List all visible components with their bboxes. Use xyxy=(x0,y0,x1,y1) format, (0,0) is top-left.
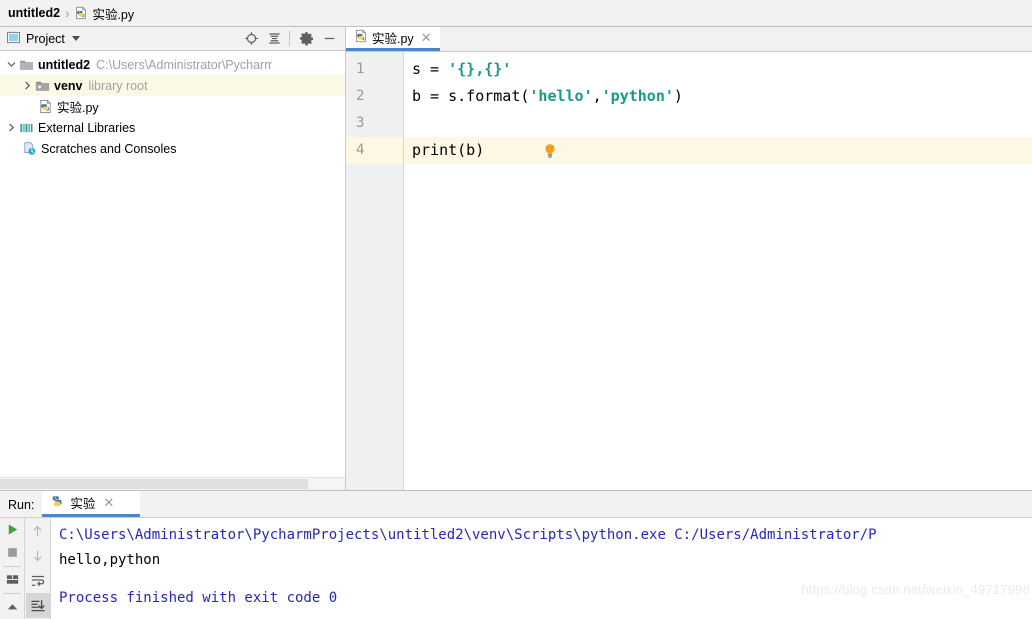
tree-row[interactable]: untitled2 C:\Users\Administrator\Pycharm… xyxy=(0,54,345,75)
run-tab-label: 实验 xyxy=(70,497,96,511)
console-line: Process finished with exit code 0 xyxy=(59,590,338,606)
python-run-icon xyxy=(50,494,65,512)
project-panel-title: Project xyxy=(26,31,65,46)
line-number: 4 xyxy=(346,137,403,164)
main-split: Project untitled2 C:\Users\Administrator… xyxy=(0,27,1032,490)
project-horizontal-scrollbar[interactable] xyxy=(0,477,345,490)
code-token-string: '{},{}' xyxy=(448,60,512,78)
python-file-icon xyxy=(354,29,368,46)
breadcrumb-project-label: untitled2 xyxy=(8,6,61,20)
chevron-down-icon[interactable] xyxy=(4,60,18,69)
code-token: ) xyxy=(673,87,683,105)
tree-row[interactable]: Scratches and Consoles xyxy=(0,138,345,159)
run-body: C:\Users\Administrator\PycharmProjects\u… xyxy=(0,518,1032,619)
run-label: Run: xyxy=(8,498,35,512)
toolbar-divider xyxy=(3,593,21,595)
chevron-right-icon[interactable] xyxy=(4,123,18,132)
tree-row[interactable]: External Libraries xyxy=(0,117,345,138)
python-file-icon xyxy=(37,99,54,114)
tree-row[interactable]: venv library root xyxy=(0,75,345,96)
code-editor[interactable]: 1 2 3 4 s = '{},{}' b = s.format('hello'… xyxy=(346,52,1032,490)
close-icon[interactable]: ✕ xyxy=(101,496,116,509)
run-icon[interactable] xyxy=(0,518,24,541)
scrollbar-thumb[interactable] xyxy=(0,479,308,489)
code-text[interactable]: s = '{},{}' b = s.format('hello','python… xyxy=(404,52,1032,490)
code-line[interactable]: b = s.format('hello','python') xyxy=(404,83,1032,110)
collapse-all-icon[interactable] xyxy=(263,29,285,49)
print-icon[interactable] xyxy=(0,569,24,592)
folder-excluded-icon xyxy=(34,79,51,93)
console-line: hello,python xyxy=(59,552,161,568)
code-line[interactable]: s = '{},{}' xyxy=(404,56,1032,83)
soft-wrap-icon[interactable] xyxy=(26,568,50,593)
scroll-to-end-icon[interactable] xyxy=(25,593,50,618)
run-tool-window: Run: 实验 ✕ C:\Users\Administrator\Pycharm… xyxy=(0,490,1032,619)
stop-icon[interactable] xyxy=(0,541,24,564)
folder-icon xyxy=(18,58,35,72)
breadcrumb-bar: untitled2 › 实验.py xyxy=(0,0,1032,27)
minimize-icon[interactable] xyxy=(318,29,340,49)
tree-row[interactable]: 实验.py xyxy=(0,96,345,117)
project-view-icon xyxy=(7,31,20,47)
console-line: C:\Users\Administrator\PycharmProjects\u… xyxy=(59,527,877,543)
down-arrow-icon[interactable] xyxy=(26,543,50,568)
tree-node-label: untitled2 xyxy=(38,57,91,72)
tab-shiyan-py[interactable]: 实验.py ✕ xyxy=(346,27,440,51)
breadcrumb-project[interactable]: untitled2 xyxy=(8,6,60,20)
pycharm-window: untitled2 › 实验.py Project untitled2 C:\U… xyxy=(0,0,1032,619)
run-tab-shiyan[interactable]: 实验 ✕ xyxy=(42,491,141,517)
gear-icon[interactable] xyxy=(295,29,317,49)
editor-tabbar: 实验.py ✕ xyxy=(346,27,1032,52)
close-icon[interactable]: ✕ xyxy=(419,31,434,44)
up-arrow-icon[interactable] xyxy=(26,518,50,543)
breadcrumb-file[interactable]: 实验.py xyxy=(74,4,134,23)
tree-node-note: library root xyxy=(88,78,148,93)
scroll-up-icon[interactable] xyxy=(0,596,24,619)
run-tabbar: Run: 实验 ✕ xyxy=(0,491,1032,518)
chevron-right-icon[interactable] xyxy=(20,81,34,90)
breadcrumb-file-label: 实验.py xyxy=(92,7,135,22)
editor-gutter[interactable]: 1 2 3 4 xyxy=(346,52,404,490)
locate-icon[interactable] xyxy=(240,29,262,49)
code-token: s = xyxy=(412,60,449,78)
header-divider xyxy=(289,31,290,46)
code-token-string: 'python' xyxy=(601,87,674,105)
line-number: 3 xyxy=(356,115,365,131)
code-token: , xyxy=(592,87,602,105)
toolbar-divider xyxy=(3,565,21,567)
line-number: 1 xyxy=(356,61,365,77)
libraries-icon xyxy=(18,121,35,135)
code-token: b = s.format( xyxy=(412,87,530,105)
editor-area: 实验.py ✕ 1 2 3 4 s = '{},{}' b = s.format… xyxy=(346,27,1032,490)
tree-node-label: External Libraries xyxy=(38,120,136,135)
tree-node-path: C:\Users\Administrator\PycharmProjects\u xyxy=(96,57,273,72)
tree-node-label: Scratches and Consoles xyxy=(41,141,177,156)
project-panel-header: Project xyxy=(0,27,345,51)
breadcrumb-separator: › xyxy=(65,5,70,21)
tree-node-label: 实验.py xyxy=(57,101,99,115)
run-toolbar-right xyxy=(25,518,51,619)
chevron-down-icon[interactable] xyxy=(71,36,80,41)
project-tool-window: Project untitled2 C:\Users\Administrator… xyxy=(0,27,346,490)
line-number: 2 xyxy=(356,88,365,104)
console-output[interactable]: C:\Users\Administrator\PycharmProjects\u… xyxy=(51,518,1032,619)
code-token-string: 'hello' xyxy=(529,87,593,105)
code-line[interactable] xyxy=(404,110,1032,158)
scratches-icon xyxy=(21,141,38,156)
tree-node-label: venv xyxy=(54,78,83,93)
project-tree: untitled2 C:\Users\Administrator\Pycharm… xyxy=(0,51,345,477)
python-file-icon xyxy=(74,6,88,20)
run-toolbar-left xyxy=(0,518,25,619)
tab-label: 实验.py xyxy=(372,32,414,46)
lightbulb-icon[interactable] xyxy=(417,115,556,158)
